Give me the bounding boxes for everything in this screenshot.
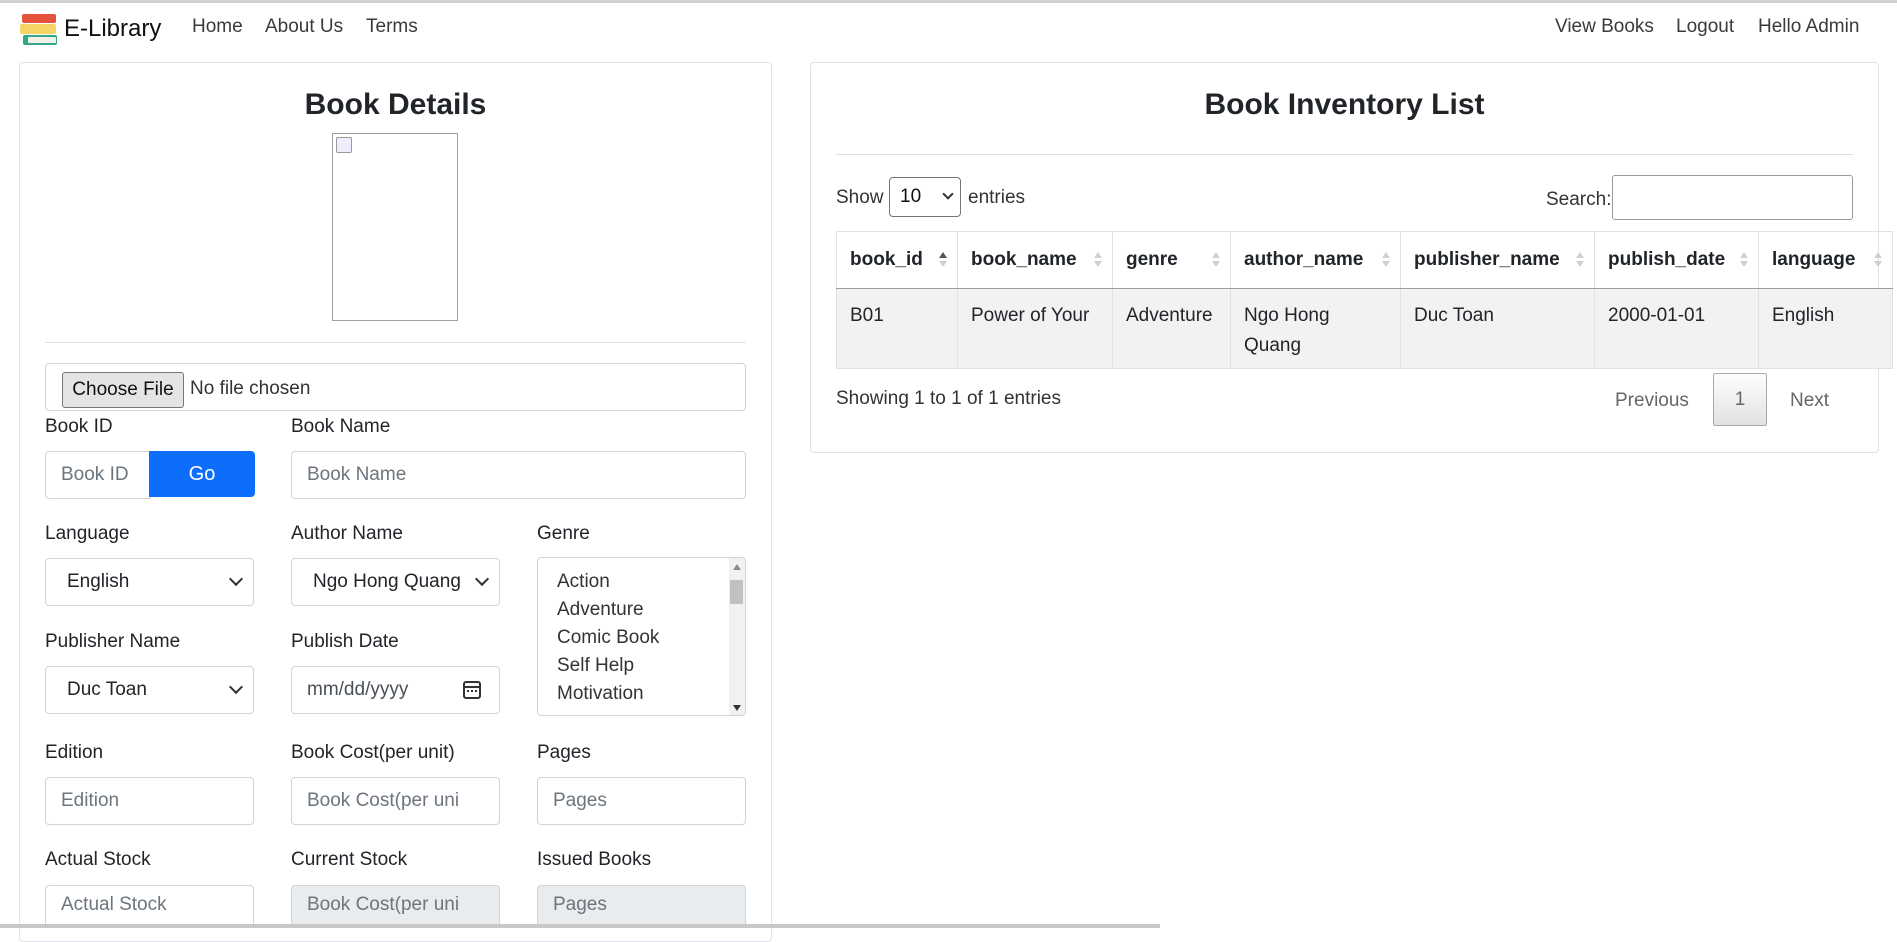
sort-icon: [1740, 252, 1748, 268]
scroll-up-icon[interactable]: [733, 564, 741, 570]
column-header-language[interactable]: language: [1758, 231, 1893, 289]
chevron-down-icon: [942, 188, 954, 200]
scroll-thumb[interactable]: [730, 580, 743, 604]
page-1-button[interactable]: 1: [1713, 373, 1767, 426]
publisher-name-label: Publisher Name: [45, 631, 181, 652]
publish-date-label: Publish Date: [291, 631, 399, 652]
book-cover-image: [332, 133, 458, 321]
previous-page-button[interactable]: Previous: [1615, 390, 1689, 412]
genre-scrollbar[interactable]: [729, 558, 745, 715]
actual-stock-input[interactable]: Actual Stock: [45, 885, 254, 924]
genre-option[interactable]: Self Help: [557, 655, 634, 677]
issued-books-label: Issued Books: [537, 849, 652, 870]
sort-icon: [1094, 252, 1102, 268]
sort-icon: [1576, 252, 1584, 268]
genre-label: Genre: [537, 523, 590, 544]
book-cost-label: Book Cost(per unit): [291, 742, 455, 763]
nav-home[interactable]: Home: [192, 16, 243, 38]
broken-image-icon: [336, 137, 352, 153]
calendar-icon[interactable]: [463, 681, 481, 699]
column-header-book-name[interactable]: book_name: [957, 231, 1113, 289]
sort-icon: [1382, 252, 1390, 268]
issued-books-input: Pages: [537, 885, 746, 924]
entries-length-select[interactable]: 10: [889, 177, 961, 217]
table-header-row: book_id book_name genre author_name publ…: [836, 231, 1893, 289]
nav-terms[interactable]: Terms: [366, 16, 418, 38]
inventory-table: book_id book_name genre author_name publ…: [836, 231, 1893, 369]
table-row[interactable]: B01 Power of Your Adventure Ngo Hong Qua…: [836, 288, 1893, 369]
book-id-label: Book ID: [45, 416, 113, 437]
language-value: English: [67, 571, 130, 592]
sort-icon: [1212, 252, 1220, 268]
genre-option[interactable]: Adventure: [557, 599, 644, 621]
publisher-name-value: Duc Toan: [67, 679, 147, 700]
scroll-down-icon[interactable]: [733, 705, 741, 711]
chevron-down-icon: [228, 571, 244, 587]
edition-input[interactable]: Edition: [45, 777, 254, 825]
publisher-name-select[interactable]: Duc Toan: [45, 666, 254, 714]
column-header-author-name[interactable]: author_name: [1230, 231, 1401, 289]
cell-book-id: B01: [836, 288, 958, 369]
genre-multiselect[interactable]: Action Adventure Comic Book Self Help Mo…: [537, 557, 746, 716]
current-stock-label: Current Stock: [291, 849, 408, 870]
genre-option[interactable]: Motivation: [557, 683, 644, 705]
author-name-label: Author Name: [291, 523, 403, 544]
publish-date-placeholder: mm/dd/yyyy: [307, 679, 409, 700]
book-id-input[interactable]: Book ID: [45, 451, 151, 499]
entries-length-value: 10: [900, 186, 922, 207]
author-name-select[interactable]: Ngo Hong Quang: [291, 558, 500, 606]
nav-logout[interactable]: Logout: [1676, 16, 1734, 38]
cell-publish-date: 2000-01-01: [1594, 288, 1759, 369]
column-header-book-id[interactable]: book_id: [836, 231, 958, 289]
language-label: Language: [45, 523, 130, 544]
nav-about-us[interactable]: About Us: [265, 16, 343, 38]
genre-option[interactable]: Action: [557, 571, 610, 593]
book-inventory-title: Book Inventory List: [1204, 88, 1485, 121]
entries-label: entries: [968, 187, 1026, 208]
divider: [45, 342, 746, 343]
nav-view-books[interactable]: View Books: [1555, 16, 1654, 38]
column-header-publisher-name[interactable]: publisher_name: [1400, 231, 1595, 289]
books-logo-icon: [20, 10, 58, 48]
sort-asc-icon: [939, 252, 947, 268]
divider: [836, 154, 1853, 155]
chevron-down-icon: [474, 571, 490, 587]
current-stock-input: Book Cost(per uni: [291, 885, 500, 924]
cell-language: English: [1758, 288, 1893, 369]
show-label: Show: [836, 187, 884, 208]
file-status-text: No file chosen: [190, 378, 311, 399]
choose-file-button[interactable]: Choose File: [62, 372, 184, 408]
cell-author-name: Ngo Hong Quang: [1230, 288, 1401, 369]
search-input[interactable]: [1612, 175, 1853, 220]
book-name-label: Book Name: [291, 416, 391, 437]
column-header-publish-date[interactable]: publish_date: [1594, 231, 1759, 289]
go-button[interactable]: Go: [149, 451, 255, 497]
book-name-input[interactable]: Book Name: [291, 451, 746, 499]
horizontal-scrollbar[interactable]: [0, 924, 1160, 928]
next-page-button[interactable]: Next: [1790, 390, 1829, 412]
cell-genre: Adventure: [1112, 288, 1231, 369]
actual-stock-label: Actual Stock: [45, 849, 151, 870]
sort-icon: [1874, 252, 1882, 268]
column-header-genre[interactable]: genre: [1112, 231, 1231, 289]
brand-name: E-Library: [64, 15, 162, 42]
pages-input[interactable]: Pages: [537, 777, 746, 825]
file-upload-field[interactable]: Choose File No file chosen: [45, 363, 746, 411]
publish-date-input[interactable]: mm/dd/yyyy: [291, 666, 500, 714]
genre-option[interactable]: Comic Book: [557, 627, 659, 649]
language-select[interactable]: English: [45, 558, 254, 606]
nav-hello-admin[interactable]: Hello Admin: [1758, 16, 1859, 38]
book-details-title: Book Details: [304, 88, 487, 121]
author-name-value: Ngo Hong Quang: [313, 571, 461, 592]
brand[interactable]: E-Library: [20, 9, 161, 49]
cell-book-name: Power of Your: [957, 288, 1113, 369]
book-cost-input[interactable]: Book Cost(per uni: [291, 777, 500, 825]
cell-publisher-name: Duc Toan: [1400, 288, 1595, 369]
navbar: E-Library Home About Us Terms View Books…: [0, 3, 1897, 53]
edition-label: Edition: [45, 742, 104, 763]
chevron-down-icon: [228, 679, 244, 695]
table-info: Showing 1 to 1 of 1 entries: [836, 388, 1061, 409]
pages-label: Pages: [537, 742, 591, 763]
search-label: Search:: [1546, 189, 1612, 210]
